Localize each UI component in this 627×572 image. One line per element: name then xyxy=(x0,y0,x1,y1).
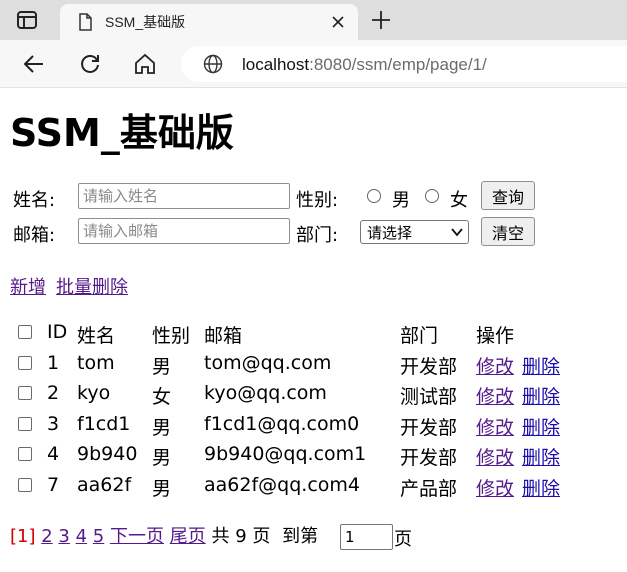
row-name: tom xyxy=(77,352,115,374)
total-pages: 9 xyxy=(235,526,247,547)
male-label: 男 xyxy=(392,190,410,211)
row-gender: 男 xyxy=(152,356,172,378)
home-icon[interactable] xyxy=(133,52,157,76)
page-icon xyxy=(79,13,92,31)
header-ops: 操作 xyxy=(476,325,515,347)
email-input[interactable] xyxy=(78,218,290,244)
url-text: localhost:8080/ssm/emp/page/1/ xyxy=(242,55,487,74)
row-checkbox[interactable] xyxy=(18,386,32,400)
row-checkbox[interactable] xyxy=(18,447,32,461)
address-bar[interactable]: localhost:8080/ssm/emp/page/1/ xyxy=(181,46,627,82)
row-checkbox[interactable] xyxy=(18,417,32,431)
tab-actions-icon[interactable] xyxy=(16,10,38,30)
total-suffix: 页 xyxy=(252,526,271,547)
query-button[interactable]: 查询 xyxy=(481,181,535,210)
select-all-checkbox[interactable] xyxy=(18,325,32,339)
new-tab-icon[interactable] xyxy=(370,9,392,31)
gender-label: 性别: xyxy=(296,190,339,211)
edit-link[interactable]: 修改 xyxy=(476,382,514,409)
row-gender: 女 xyxy=(152,386,172,408)
row-dept: 开发部 xyxy=(400,356,458,378)
row-name: 9b940 xyxy=(77,443,138,465)
row-checkbox[interactable] xyxy=(18,356,32,370)
batch-delete-link[interactable]: 批量删除 xyxy=(56,273,128,299)
last-page-link[interactable]: 尾页 xyxy=(170,526,206,547)
pagination: [1] 2 3 4 5 下一页 尾页 共 9 页 到第 xyxy=(10,522,318,548)
edit-link[interactable]: 修改 xyxy=(476,474,514,501)
delete-link[interactable]: 删除 xyxy=(522,443,560,470)
female-label: 女 xyxy=(450,190,468,211)
row-name: f1cd1 xyxy=(77,413,131,435)
row-gender: 男 xyxy=(152,478,172,500)
clear-button[interactable]: 清空 xyxy=(481,217,535,246)
goto-page-input[interactable] xyxy=(340,524,393,550)
row-dept: 开发部 xyxy=(400,417,458,439)
tab-title: SSM_基础版 xyxy=(105,14,186,30)
next-page-link[interactable]: 下一页 xyxy=(110,526,164,547)
refresh-icon[interactable] xyxy=(78,52,102,76)
female-radio[interactable] xyxy=(425,189,439,203)
male-radio[interactable] xyxy=(367,189,381,203)
page-link-4[interactable]: 4 xyxy=(76,526,87,547)
email-label: 邮箱: xyxy=(13,225,56,246)
page-link-5[interactable]: 5 xyxy=(93,526,104,547)
row-email: f1cd1@qq.com0 xyxy=(204,413,360,435)
goto-prefix: 到第 xyxy=(282,526,319,547)
row-gender: 男 xyxy=(152,447,172,469)
row-id: 7 xyxy=(47,474,60,496)
globe-icon xyxy=(203,54,223,74)
delete-link[interactable]: 删除 xyxy=(522,352,560,379)
row-name: aa62f xyxy=(77,474,132,496)
chevron-down-icon xyxy=(451,228,463,237)
name-input[interactable] xyxy=(78,183,290,209)
header-email: 邮箱 xyxy=(204,325,243,347)
edit-link[interactable]: 修改 xyxy=(476,413,514,440)
row-dept: 开发部 xyxy=(400,447,458,469)
edit-link[interactable]: 修改 xyxy=(476,352,514,379)
current-page: [1] xyxy=(10,526,36,547)
row-dept: 测试部 xyxy=(400,386,458,408)
header-name: 姓名 xyxy=(77,325,116,347)
row-dept: 产品部 xyxy=(400,478,458,500)
delete-link[interactable]: 删除 xyxy=(522,382,560,409)
total-prefix: 共 xyxy=(211,526,230,547)
row-id: 1 xyxy=(47,352,60,374)
row-id: 3 xyxy=(47,413,60,435)
back-icon[interactable] xyxy=(22,52,46,76)
page-link-3[interactable]: 3 xyxy=(58,526,69,547)
row-name: kyo xyxy=(77,382,111,404)
close-icon[interactable] xyxy=(330,14,346,30)
row-checkbox[interactable] xyxy=(18,478,32,492)
goto-suffix: 页 xyxy=(394,529,412,550)
edit-link[interactable]: 修改 xyxy=(476,443,514,470)
dept-label: 部门: xyxy=(296,225,339,246)
name-label: 姓名: xyxy=(13,190,56,211)
page-link-2[interactable]: 2 xyxy=(41,526,52,547)
browser-toolbar: localhost:8080/ssm/emp/page/1/ xyxy=(0,40,627,88)
header-id: ID xyxy=(47,321,68,343)
row-email: tom@qq.com xyxy=(204,352,332,374)
header-dept: 部门 xyxy=(400,325,439,347)
add-link[interactable]: 新增 xyxy=(10,273,46,299)
page-content: SSM_基础版 姓名: 性别: 男 女 查询 邮箱: 部门: 请选择 清空 新增… xyxy=(0,88,627,572)
row-gender: 男 xyxy=(152,417,172,439)
browser-tab[interactable]: SSM_基础版 xyxy=(60,4,358,40)
page-title: SSM_基础版 xyxy=(10,111,234,155)
row-id: 2 xyxy=(47,382,60,404)
tab-strip: SSM_基础版 xyxy=(0,0,627,40)
delete-link[interactable]: 删除 xyxy=(522,474,560,501)
row-email: kyo@qq.com xyxy=(204,382,327,404)
row-email: aa62f@qq.com4 xyxy=(204,474,360,496)
row-id: 4 xyxy=(47,443,60,465)
dept-select[interactable]: 请选择 xyxy=(360,220,469,244)
delete-link[interactable]: 删除 xyxy=(522,413,560,440)
row-email: 9b940@qq.com1 xyxy=(204,443,367,465)
dept-select-value: 请选择 xyxy=(367,224,413,242)
header-gender: 性别 xyxy=(152,325,191,347)
